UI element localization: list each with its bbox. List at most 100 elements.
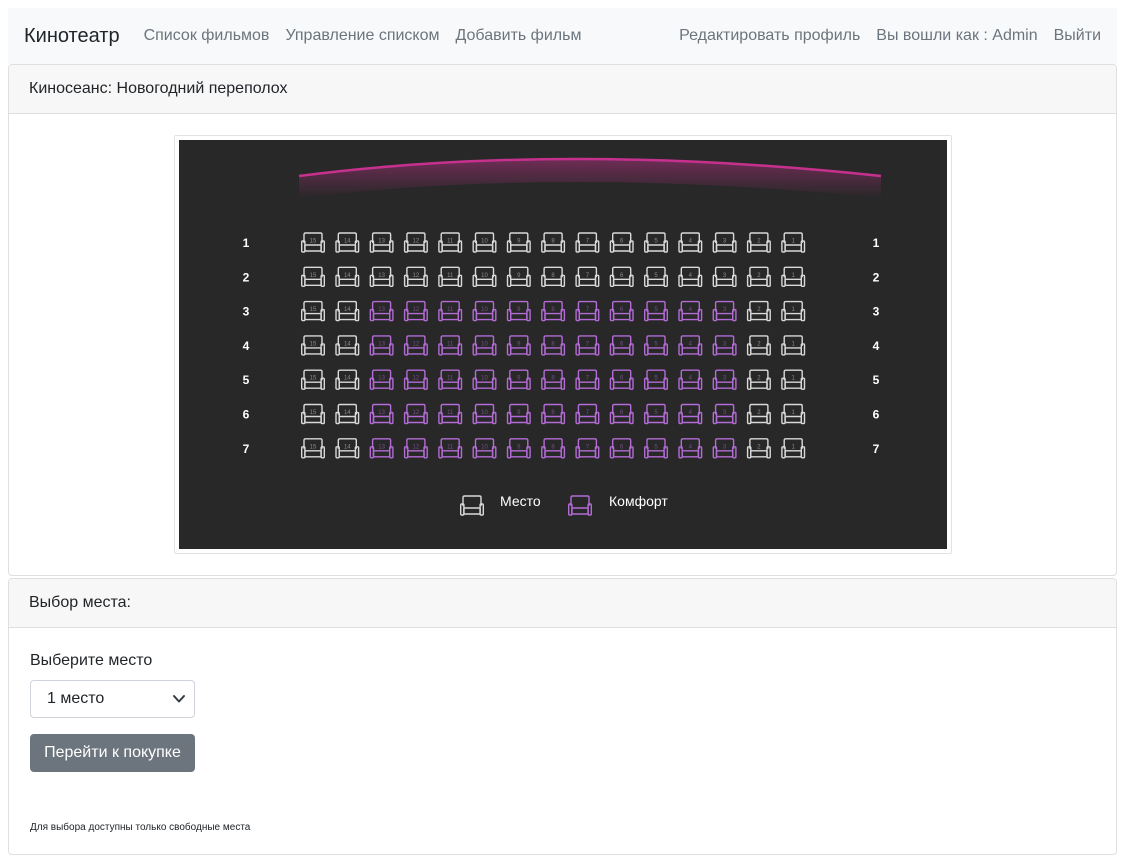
- nav-add-film[interactable]: Добавить фильм: [456, 27, 582, 45]
- seat[interactable]: 9: [506, 369, 531, 390]
- seat[interactable]: 1: [781, 266, 806, 288]
- seat[interactable]: 10: [472, 300, 497, 322]
- seat[interactable]: 13: [369, 300, 394, 322]
- nav-edit-profile[interactable]: Редактировать профиль: [679, 27, 860, 45]
- seat[interactable]: 7: [575, 438, 600, 459]
- seat[interactable]: 10: [472, 438, 497, 459]
- seat[interactable]: 6: [609, 300, 634, 322]
- seat[interactable]: 14: [335, 266, 360, 288]
- seat[interactable]: 15: [300, 403, 326, 425]
- seat[interactable]: 13: [369, 438, 394, 459]
- seat[interactable]: 9: [506, 438, 531, 459]
- seat[interactable]: 3: [712, 232, 737, 253]
- seat[interactable]: 6: [609, 438, 634, 459]
- seat[interactable]: 8: [541, 266, 566, 288]
- seat[interactable]: 4: [678, 300, 703, 322]
- seat[interactable]: 6: [609, 232, 634, 253]
- seat[interactable]: 9: [506, 403, 531, 425]
- seat[interactable]: 6: [609, 266, 634, 288]
- seat[interactable]: 3: [712, 266, 737, 288]
- seat[interactable]: 7: [575, 232, 600, 253]
- seat[interactable]: 14: [335, 335, 360, 356]
- seat[interactable]: 8: [541, 300, 566, 322]
- seat[interactable]: 11: [438, 232, 463, 253]
- seat[interactable]: 13: [369, 232, 394, 253]
- seat[interactable]: 7: [575, 266, 600, 288]
- seat[interactable]: 9: [506, 232, 531, 253]
- seat[interactable]: 9: [506, 300, 531, 322]
- seat[interactable]: 10: [472, 403, 497, 425]
- seat[interactable]: 4: [678, 438, 703, 459]
- seat[interactable]: 1: [781, 335, 806, 356]
- seat[interactable]: 5: [643, 335, 669, 356]
- seat[interactable]: 4: [678, 403, 703, 425]
- seat[interactable]: 6: [609, 403, 634, 425]
- seat[interactable]: 15: [300, 266, 326, 288]
- seat[interactable]: 1: [781, 403, 806, 425]
- seat[interactable]: 15: [300, 335, 326, 356]
- seat[interactable]: 13: [369, 266, 394, 288]
- seat[interactable]: 12: [403, 335, 428, 356]
- seat[interactable]: 12: [403, 266, 428, 288]
- seat[interactable]: 7: [575, 335, 600, 356]
- seat[interactable]: 13: [369, 369, 394, 390]
- seat[interactable]: 14: [335, 300, 360, 322]
- seat[interactable]: 15: [300, 232, 326, 253]
- seat[interactable]: 5: [643, 232, 669, 253]
- seat[interactable]: 13: [369, 335, 394, 356]
- seat[interactable]: 9: [506, 335, 531, 356]
- seat[interactable]: 10: [472, 369, 497, 390]
- seat[interactable]: 12: [403, 438, 428, 459]
- seat[interactable]: 8: [541, 438, 566, 459]
- seat[interactable]: 2: [746, 232, 771, 253]
- seat[interactable]: 11: [438, 403, 463, 425]
- seat[interactable]: 13: [369, 403, 394, 425]
- seat[interactable]: 11: [438, 438, 463, 459]
- seat[interactable]: 12: [403, 369, 428, 390]
- seat[interactable]: 5: [643, 438, 669, 459]
- seat[interactable]: 3: [712, 335, 737, 356]
- seat[interactable]: 3: [712, 369, 737, 390]
- nav-manage-list[interactable]: Управление списком: [285, 27, 439, 45]
- seat[interactable]: 7: [575, 300, 600, 322]
- seat[interactable]: 2: [746, 266, 771, 288]
- seat[interactable]: 2: [746, 335, 771, 356]
- seat[interactable]: 9: [506, 266, 531, 288]
- seat[interactable]: 6: [609, 335, 634, 356]
- seat[interactable]: 10: [472, 335, 497, 356]
- seat[interactable]: 10: [472, 266, 497, 288]
- seat[interactable]: 15: [300, 369, 326, 390]
- seat[interactable]: 7: [575, 369, 600, 390]
- seat[interactable]: 8: [541, 232, 566, 253]
- seat[interactable]: 5: [643, 403, 669, 425]
- seat[interactable]: 3: [712, 300, 737, 322]
- seat[interactable]: 1: [781, 369, 806, 390]
- seat[interactable]: 2: [746, 300, 771, 322]
- seat[interactable]: 1: [781, 300, 806, 322]
- seat[interactable]: 6: [609, 369, 634, 390]
- seat[interactable]: 2: [746, 369, 771, 390]
- seat[interactable]: 2: [746, 438, 771, 459]
- seat[interactable]: 1: [781, 232, 806, 253]
- nav-logout[interactable]: Выйти: [1054, 27, 1101, 45]
- seat[interactable]: 11: [438, 266, 463, 288]
- seat[interactable]: 4: [678, 266, 703, 288]
- brand-logo[interactable]: Кинотеатр: [24, 25, 120, 48]
- seat[interactable]: 4: [678, 369, 703, 390]
- seat[interactable]: 11: [438, 369, 463, 390]
- seat[interactable]: 3: [712, 438, 737, 459]
- seat[interactable]: 4: [678, 232, 703, 253]
- nav-films-list[interactable]: Список фильмов: [144, 27, 270, 45]
- seat[interactable]: 4: [678, 335, 703, 356]
- seat[interactable]: 5: [643, 369, 669, 390]
- nav-logged-in-user[interactable]: Вы вошли как : Admin: [876, 27, 1037, 45]
- seat-select[interactable]: 1 место: [30, 680, 195, 718]
- seat[interactable]: 1: [781, 438, 806, 459]
- seat[interactable]: 15: [300, 438, 326, 459]
- seat[interactable]: 10: [472, 232, 497, 253]
- seat[interactable]: 14: [335, 403, 360, 425]
- seat[interactable]: 12: [403, 403, 428, 425]
- seat[interactable]: 14: [335, 232, 360, 253]
- seat[interactable]: 14: [335, 438, 360, 459]
- seat[interactable]: 2: [746, 403, 771, 425]
